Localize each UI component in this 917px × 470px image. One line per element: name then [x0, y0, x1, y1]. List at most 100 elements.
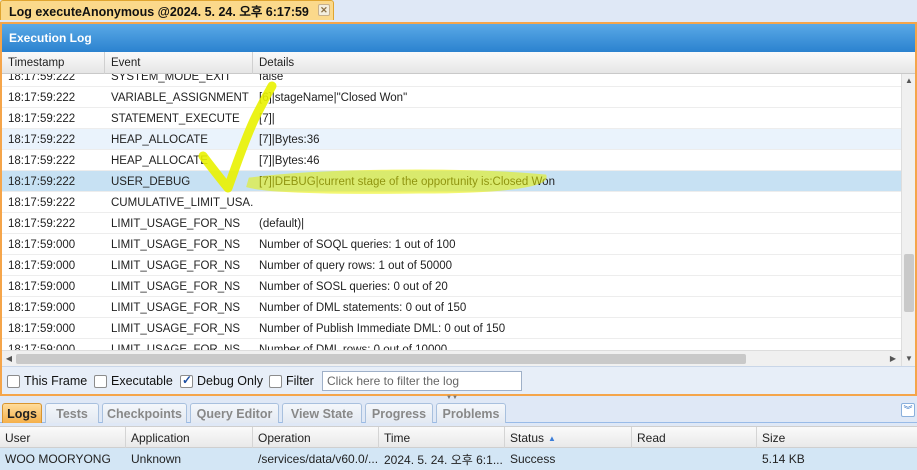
- tab-progress[interactable]: Progress: [365, 403, 433, 423]
- tab-logs[interactable]: Logs: [2, 403, 42, 423]
- table-row[interactable]: 18:17:59:222 HEAP_ALLOCATE [7]|Bytes:36: [2, 129, 901, 150]
- log-status: Success: [510, 452, 556, 466]
- column-time[interactable]: Time: [379, 427, 505, 449]
- tab-checkpoints[interactable]: Checkpoints: [102, 403, 187, 423]
- row-event: HEAP_ALLOCATE: [111, 133, 208, 146]
- filter-checkbox[interactable]: [269, 375, 282, 388]
- sort-ascending-icon: ▲: [548, 433, 556, 443]
- row-timestamp: 18:17:59:222: [8, 217, 76, 230]
- collapse-icon[interactable]: ︾: [901, 403, 915, 417]
- column-application[interactable]: Application: [126, 427, 253, 449]
- table-row[interactable]: 18:17:59:000 LIMIT_USAGE_FOR_NS Number of …: [2, 297, 901, 318]
- execution-log-header: Timestamp Event Details: [2, 52, 915, 74]
- row-timestamp: 18:17:59:000: [8, 280, 76, 293]
- row-event: LIMIT_USAGE_FOR_NS: [111, 238, 241, 251]
- horizontal-scrollbar[interactable]: ◀ ▶: [2, 350, 901, 366]
- row-event: LIMIT_USAGE_FOR_NS: [111, 259, 241, 272]
- table-row[interactable]: 18:17:59:222 SYSTEM_MODE_EXIT false: [2, 74, 901, 87]
- row-event: LIMIT_USAGE_FOR_NS: [111, 280, 241, 293]
- row-details: Number of Publish Immediate DML: 0 out o…: [259, 322, 506, 335]
- logs-table-header: User Application Operation Time Status ▲ …: [0, 426, 917, 449]
- row-timestamp: 18:17:59:000: [8, 259, 76, 272]
- log-user: WOO MOORYONG: [5, 452, 111, 466]
- log-read: [632, 448, 757, 470]
- bottom-tab-bar: Logs Tests Checkpoints Query Editor View…: [0, 401, 917, 423]
- table-row[interactable]: WOO MOORYONG Unknown /services/data/v60.…: [0, 448, 917, 470]
- column-timestamp[interactable]: Timestamp: [2, 52, 105, 74]
- row-details: (default)|: [259, 217, 305, 230]
- row-event: SYSTEM_MODE_EXIT: [111, 74, 232, 83]
- row-timestamp: 18:17:59:222: [8, 196, 76, 209]
- table-row[interactable]: 18:17:59:222 VARIABLE_ASSIGNMENT [6]|stage…: [2, 87, 901, 108]
- row-event: CUMULATIVE_LIMIT_USA...: [111, 196, 253, 209]
- row-event: LIMIT_USAGE_FOR_NS: [111, 217, 241, 230]
- row-details: false: [259, 74, 284, 83]
- table-row[interactable]: 18:17:59:000 LIMIT_USAGE_FOR_NS Number of …: [2, 234, 901, 255]
- horizontal-scroll-thumb[interactable]: [16, 354, 746, 364]
- table-row[interactable]: 18:17:59:222 LIMIT_USAGE_FOR_NS (default)|: [2, 213, 901, 234]
- row-details: [6]|stageName|"Closed Won": [259, 91, 408, 104]
- row-details: Number of DML statements: 0 out of 150: [259, 301, 467, 314]
- row-details: [7]|Bytes:46: [259, 154, 320, 167]
- column-size[interactable]: Size: [757, 427, 917, 449]
- debug-only-checkbox[interactable]: [180, 373, 193, 388]
- filter-label: Filter: [286, 374, 314, 388]
- execution-log-rows: 18:17:59:222 SYSTEM_MODE_EXIT false 18:17:5…: [2, 74, 901, 350]
- tab-problems[interactable]: Problems: [436, 403, 506, 423]
- editor-tab-bar: Log executeAnonymous @2024. 5. 24. 오후 6:…: [0, 0, 917, 22]
- row-timestamp: 18:17:59:222: [8, 91, 76, 104]
- log-tab[interactable]: Log executeAnonymous @2024. 5. 24. 오후 6:…: [0, 0, 334, 20]
- log-size: 5.14 KB: [762, 452, 805, 466]
- tab-tests[interactable]: Tests: [45, 403, 99, 423]
- log-application: Unknown: [131, 452, 182, 466]
- this-frame-label: This Frame: [24, 374, 88, 388]
- row-timestamp: 18:17:59:000: [8, 238, 76, 251]
- row-event: LIMIT_USAGE_FOR_NS: [111, 322, 241, 335]
- column-read[interactable]: Read: [632, 427, 757, 449]
- tab-view-state[interactable]: View State: [282, 403, 362, 423]
- scroll-down-icon[interactable]: ▼: [902, 352, 916, 366]
- debug-only-label: Debug Only: [197, 374, 264, 388]
- column-user[interactable]: User: [0, 427, 126, 449]
- vertical-scrollbar[interactable]: ▲ ▼: [901, 74, 915, 366]
- table-row[interactable]: 18:17:59:000 LIMIT_USAGE_FOR_NS Number of …: [2, 255, 901, 276]
- table-row[interactable]: 18:17:59:000 LIMIT_USAGE_FOR_NS Number of …: [2, 276, 901, 297]
- row-details: [7]|Bytes:36: [259, 133, 320, 146]
- column-status-label: Status: [510, 431, 545, 445]
- log-tab-title: Log executeAnonymous @2024. 5. 24. 오후 6:…: [9, 5, 309, 19]
- table-row[interactable]: 18:17:59:222 HEAP_ALLOCATE [7]|Bytes:46: [2, 150, 901, 171]
- log-filter-bar: This Frame Executable Debug Only Filter: [2, 366, 915, 394]
- row-event: VARIABLE_ASSIGNMENT: [111, 91, 249, 104]
- column-status[interactable]: Status ▲: [505, 427, 632, 449]
- log-time: 2024. 5. 24. 오후 6:1...: [384, 452, 503, 467]
- executable-checkbox[interactable]: [94, 375, 107, 388]
- table-row[interactable]: 18:17:59:222 CUMULATIVE_LIMIT_USA...: [2, 192, 901, 213]
- column-details[interactable]: Details: [253, 52, 901, 74]
- row-event: USER_DEBUG: [111, 175, 191, 188]
- vertical-scroll-thumb[interactable]: [904, 254, 914, 312]
- table-row[interactable]: 18:17:59:000 LIMIT_USAGE_FOR_NS Number of …: [2, 339, 901, 351]
- row-timestamp: 18:17:59:000: [8, 301, 76, 314]
- table-row[interactable]: 18:17:59:222 STATEMENT_EXECUTE [7]|: [2, 108, 901, 129]
- filter-input[interactable]: [322, 371, 522, 391]
- row-details: [253, 192, 901, 213]
- column-operation[interactable]: Operation: [253, 427, 379, 449]
- row-timestamp: 18:17:59:222: [8, 154, 76, 167]
- this-frame-checkbox[interactable]: [7, 375, 20, 388]
- row-timestamp: 18:17:59:000: [8, 343, 76, 351]
- execution-log-title: Execution Log: [2, 24, 915, 52]
- scroll-up-icon[interactable]: ▲: [902, 74, 916, 88]
- close-icon[interactable]: ✕: [317, 4, 330, 16]
- row-details: [7]|DEBUG|current stage of the opportuni…: [259, 175, 555, 188]
- table-row[interactable]: 18:17:59:000 LIMIT_USAGE_FOR_NS Number of …: [2, 318, 901, 339]
- column-event[interactable]: Event: [105, 52, 253, 74]
- row-event: HEAP_ALLOCATE: [111, 154, 208, 167]
- execution-log-panel: Execution Log Timestamp Event Details 18…: [0, 22, 917, 396]
- row-timestamp: 18:17:59:000: [8, 322, 76, 335]
- row-details: [7]|: [259, 112, 275, 125]
- scroll-left-icon[interactable]: ◀: [2, 352, 16, 366]
- scroll-right-icon[interactable]: ▶: [886, 352, 900, 366]
- row-details: Number of SOQL queries: 1 out of 100: [259, 238, 456, 251]
- table-row[interactable]: 18:17:59:222 USER_DEBUG [7]|DEBUG|current …: [2, 171, 901, 192]
- tab-query-editor[interactable]: Query Editor: [190, 403, 279, 423]
